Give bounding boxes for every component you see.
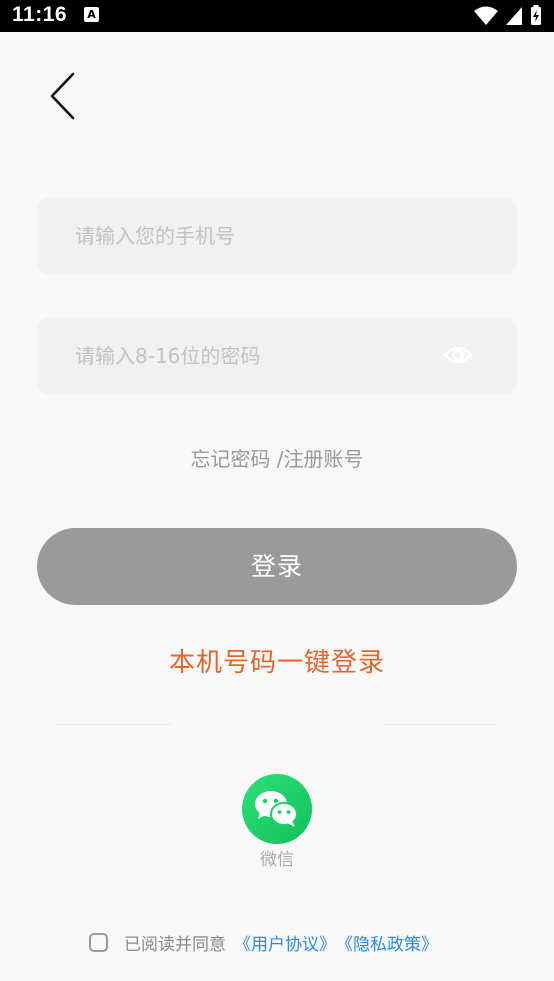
agreement-text: 已阅读并同意 bbox=[124, 934, 226, 955]
login-button[interactable]: 登录 bbox=[37, 528, 517, 605]
chevron-left-icon bbox=[50, 72, 75, 120]
password-input[interactable] bbox=[75, 318, 435, 394]
status-bar: 11:16 A bbox=[0, 0, 554, 32]
divider-right bbox=[383, 724, 497, 725]
privacy-policy-link[interactable]: 《隐私政策》 bbox=[336, 930, 438, 955]
wechat-login-button[interactable] bbox=[242, 774, 312, 844]
password-field bbox=[37, 318, 517, 394]
wifi-icon bbox=[474, 6, 498, 25]
divider-left bbox=[56, 724, 172, 725]
user-agreement-link[interactable]: 《用户协议》 bbox=[234, 930, 336, 955]
phone-field bbox=[37, 198, 517, 274]
agreement-row: 已阅读并同意 《用户协议》 《隐私政策》 bbox=[89, 929, 438, 955]
agreement-checkbox[interactable] bbox=[89, 932, 108, 952]
phone-input[interactable] bbox=[75, 198, 435, 274]
wechat-icon bbox=[255, 791, 298, 827]
onekey-login-link[interactable]: 本机号码一键登录 bbox=[0, 642, 554, 679]
status-time: 11:16 bbox=[12, 3, 68, 26]
battery-icon bbox=[531, 5, 541, 25]
signal-icon bbox=[506, 6, 522, 25]
wechat-label: 微信 bbox=[260, 850, 294, 870]
back-button[interactable] bbox=[44, 70, 84, 122]
status-icons bbox=[474, 5, 542, 26]
forgot-register-link[interactable]: 忘记密码 /注册账号 bbox=[0, 443, 554, 472]
eye-icon[interactable] bbox=[443, 344, 473, 366]
app-notification-icon: A bbox=[84, 7, 99, 22]
